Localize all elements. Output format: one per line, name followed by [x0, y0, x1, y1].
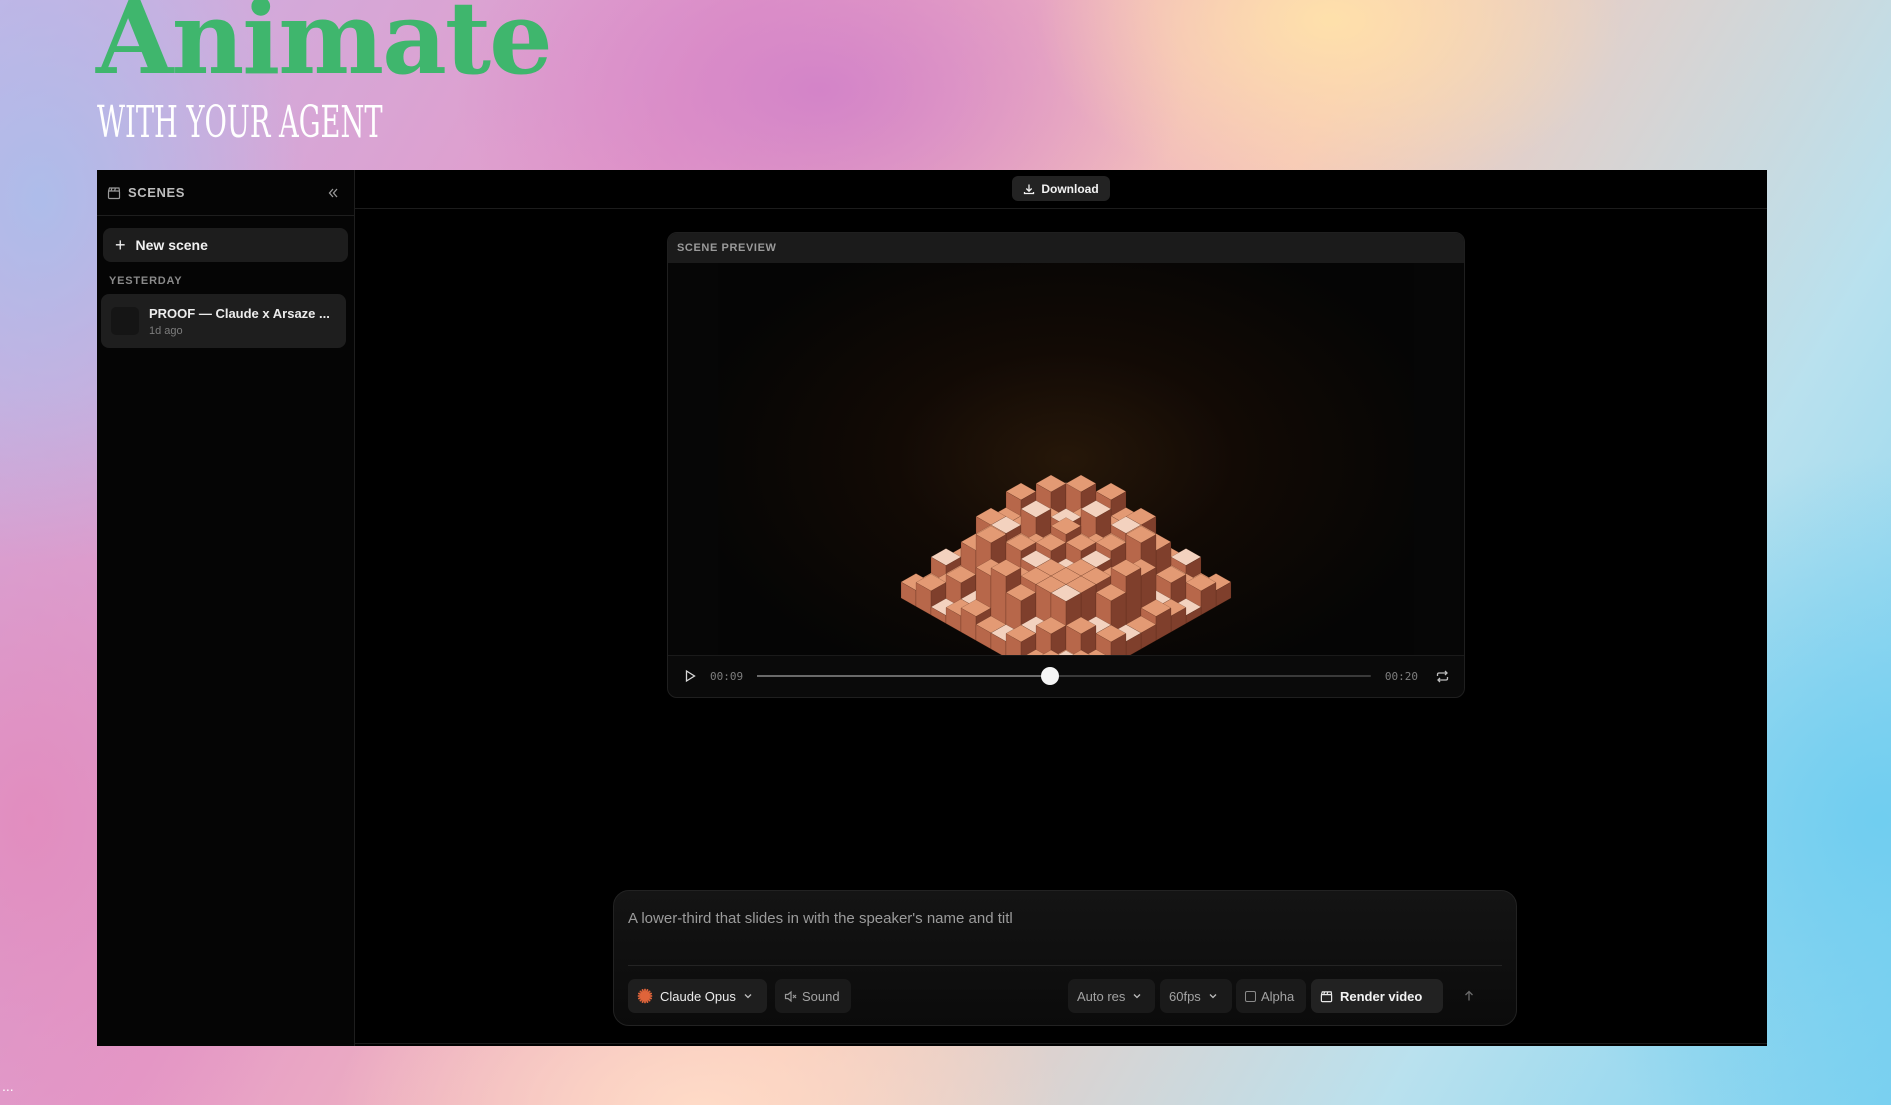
new-scene-label: New scene [135, 237, 208, 253]
new-scene-button[interactable]: + New scene [103, 228, 348, 262]
scene-preview-header: SCENE PREVIEW [668, 233, 1464, 263]
claude-burst-icon [637, 988, 653, 1004]
timeline-progress [757, 675, 1051, 677]
alpha-checkbox[interactable]: Alpha [1236, 979, 1306, 1013]
scene-list-item[interactable]: PROOF — Claude x Arsaze ... 1d ago [101, 294, 346, 348]
composer-divider [628, 965, 1502, 966]
timeline-scrubber[interactable] [757, 667, 1371, 685]
arrow-up-icon [1465, 990, 1473, 1001]
sidebar-title: SCENES [128, 185, 186, 200]
top-toolbar: Download [355, 170, 1767, 209]
chevron-down-icon [744, 994, 752, 999]
brand-title: Animate [96, 0, 553, 97]
resolution-select[interactable]: Auto res [1068, 979, 1155, 1013]
group-label-yesterday: YESTERDAY [109, 275, 183, 287]
alpha-label: Alpha [1261, 988, 1295, 1004]
corner-ellipsis: ... [2, 1078, 14, 1094]
sidebar-header: SCENES [97, 170, 354, 216]
scenes-sidebar: SCENES + New scene YESTERDAY PROOF — Cla… [97, 170, 355, 1046]
speaker-muted-icon [784, 990, 797, 1002]
fps-label: 60fps [1169, 988, 1201, 1004]
render-video-button[interactable]: Render video [1311, 979, 1443, 1013]
app-window: SCENES + New scene YESTERDAY PROOF — Cla… [97, 170, 1767, 1046]
prompt-composer: Claude Opus Sound Auto res 60fps Alpha [613, 890, 1517, 1026]
scene-thumbnail [111, 307, 139, 335]
brand-subtitle: WITH YOUR AGENT [97, 97, 383, 148]
play-icon [685, 669, 696, 683]
sound-toggle[interactable]: Sound [775, 979, 851, 1013]
download-label: Download [1041, 181, 1099, 196]
chevrons-left-icon [328, 188, 338, 197]
scene-name: PROOF — Claude x Arsaze ... [149, 305, 330, 321]
main-area: Download SCENE PREVIEW 00:09 00:20 A low… [355, 170, 1767, 1046]
fps-select[interactable]: 60fps [1160, 979, 1232, 1013]
loop-button[interactable] [1432, 666, 1452, 686]
playback-controls: 00:09 00:20 [668, 655, 1464, 696]
clapperboard-icon [1320, 990, 1333, 1002]
chevron-down-icon [1209, 994, 1217, 999]
download-button[interactable]: Download [1012, 176, 1110, 201]
scrubber-handle[interactable] [1041, 667, 1060, 685]
chevron-down-icon [1133, 994, 1141, 999]
bottom-divider [355, 1043, 1767, 1044]
download-icon [1024, 184, 1035, 194]
current-time: 00:09 [710, 669, 744, 683]
resolution-label: Auto res [1077, 988, 1126, 1004]
prompt-input[interactable] [628, 903, 1498, 933]
model-label: Claude Opus [660, 988, 736, 1004]
collapse-sidebar-button[interactable] [322, 182, 344, 204]
scene-timestamp: 1d ago [149, 324, 183, 337]
clapperboard-icon [107, 186, 121, 200]
plus-icon: + [115, 235, 126, 255]
model-selector[interactable]: Claude Opus [628, 979, 767, 1013]
checkbox-square-icon [1245, 990, 1256, 1002]
send-button[interactable] [1452, 979, 1486, 1013]
total-time: 00:20 [1384, 669, 1418, 683]
sound-label: Sound [802, 988, 840, 1004]
repeat-icon [1436, 670, 1448, 682]
preview-canvas[interactable] [668, 263, 1464, 655]
voxel-art-frame [900, 474, 1232, 655]
play-button[interactable] [680, 666, 700, 686]
scene-preview-panel: SCENE PREVIEW 00:09 00:20 [667, 232, 1465, 698]
render-label: Render video [1340, 988, 1423, 1004]
